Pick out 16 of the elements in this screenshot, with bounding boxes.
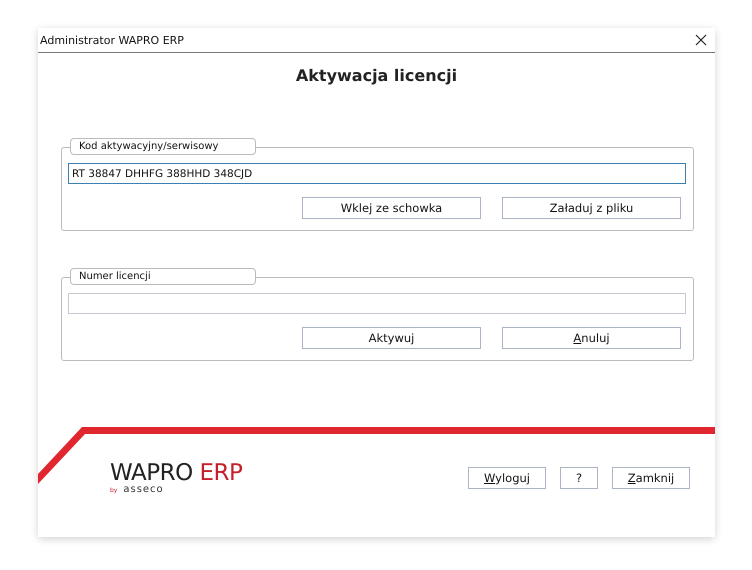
input-field[interactable] bbox=[68, 293, 686, 314]
window-title: Administrator WAPRO ERP bbox=[40, 34, 184, 46]
button[interactable]: Anuluj bbox=[502, 327, 681, 349]
group-legend: Kod aktywacyjny/serwisowy bbox=[70, 138, 256, 155]
group-legend: Numer licencji bbox=[70, 268, 256, 285]
button[interactable]: Wyloguj bbox=[468, 467, 546, 489]
logo-text: WAPRO ERP bbox=[110, 460, 242, 486]
close-icon[interactable] bbox=[695, 34, 707, 46]
button[interactable]: Zamknij bbox=[612, 467, 690, 489]
button[interactable]: Wklej ze schowka bbox=[302, 197, 481, 219]
logo-brand: asseco bbox=[123, 484, 164, 495]
button[interactable]: Załaduj z pliku bbox=[502, 197, 681, 219]
button[interactable]: Aktywuj bbox=[302, 327, 481, 349]
button[interactable]: ? bbox=[560, 467, 598, 489]
dialog-heading: Aktywacja licencji bbox=[294, 66, 458, 87]
input-field[interactable]: RT 38847 DHHFG 388HHD 348CJD bbox=[68, 163, 686, 184]
